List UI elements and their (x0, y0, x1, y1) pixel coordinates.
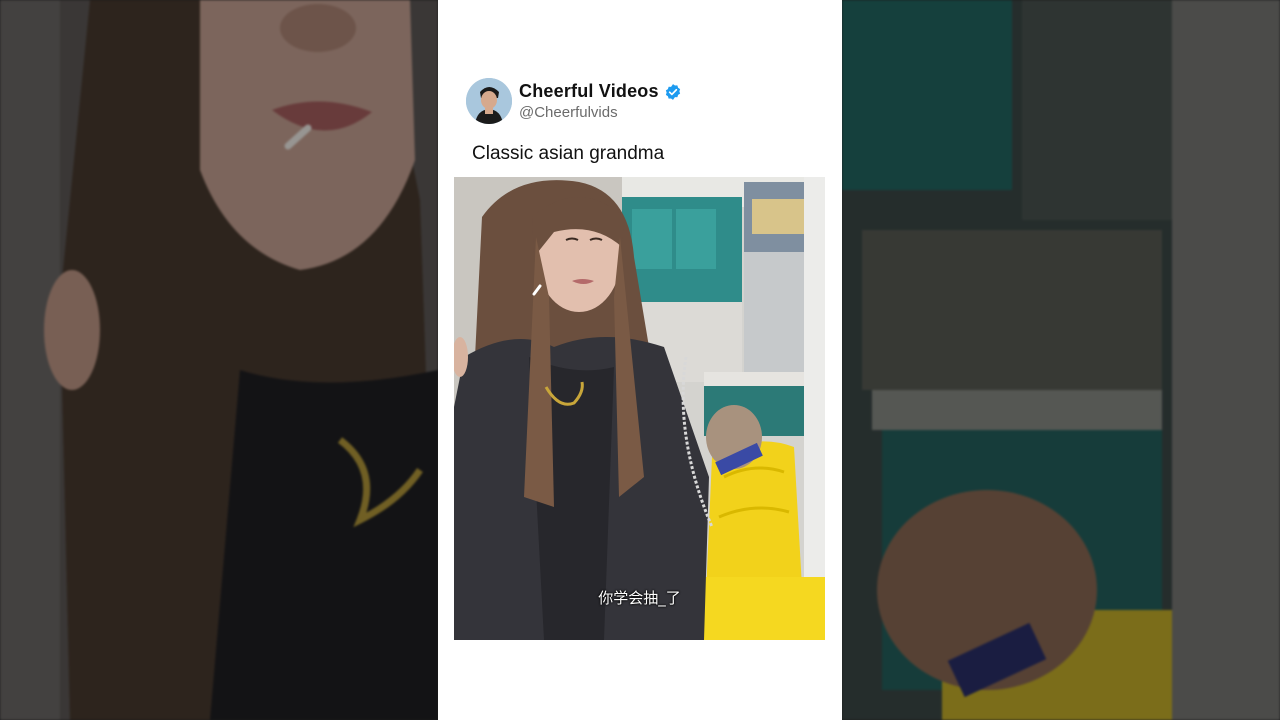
video-subtitle: 你学会抽_了 (598, 589, 681, 607)
tweet-card: Cheerful Videos @Cheerfulvids Classic as… (438, 0, 842, 720)
video-frame[interactable]: 你学会抽_了 (454, 177, 825, 640)
avatar-image (466, 78, 512, 124)
author-names: Cheerful Videos @Cheerfulvids (519, 81, 682, 121)
tweet-text: Classic asian grandma (472, 143, 665, 164)
tweet-header: Cheerful Videos @Cheerfulvids (466, 78, 682, 124)
verified-badge-icon (665, 83, 680, 100)
display-name[interactable]: Cheerful Videos (519, 81, 659, 102)
handle[interactable]: @Cheerfulvids (519, 104, 682, 121)
avatar[interactable] (466, 78, 512, 124)
video-still (454, 177, 825, 640)
background-blur-right (842, 0, 1280, 720)
background-blur-left (0, 0, 438, 720)
